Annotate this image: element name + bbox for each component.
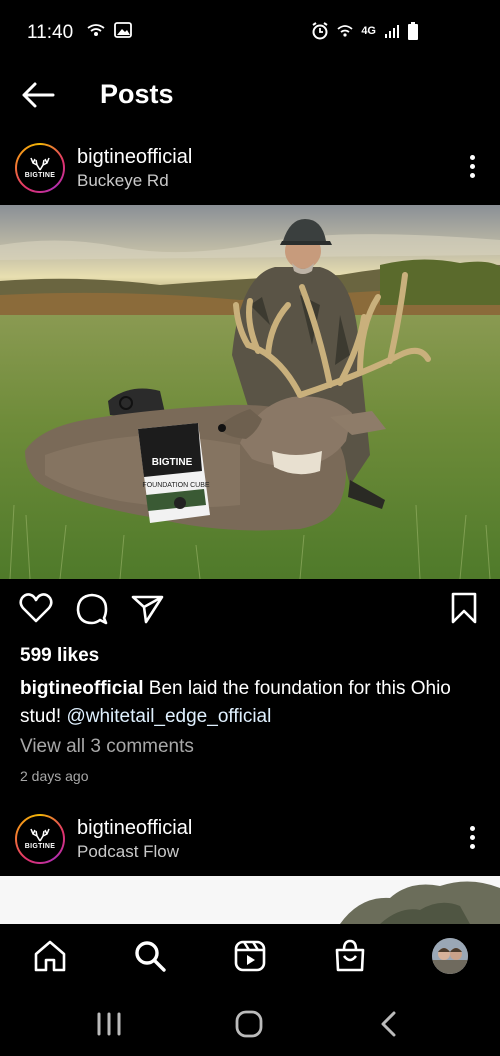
post-header: BIGTINE bigtineofficial Buckeye Rd xyxy=(0,133,500,203)
wifi-icon xyxy=(337,25,353,37)
nav-shop[interactable] xyxy=(332,938,368,974)
post-timestamp: 2 days ago xyxy=(20,768,89,784)
bottom-nav xyxy=(0,924,500,990)
system-back-button[interactable] xyxy=(374,1010,404,1038)
network-type: 4G xyxy=(361,25,376,37)
more-vertical-icon xyxy=(468,155,476,178)
post-image[interactable]: BIGTINE FOUNDATION CUBE xyxy=(0,205,500,579)
reels-icon xyxy=(234,940,266,972)
avatar[interactable]: BIGTINE xyxy=(15,814,65,864)
battery-icon xyxy=(408,22,418,40)
deer-logo-icon xyxy=(30,157,50,171)
hunting-photo: BIGTINE FOUNDATION CUBE xyxy=(0,205,500,579)
avatar-logo-text: BIGTINE xyxy=(24,172,56,179)
likes-count[interactable]: 599 likes xyxy=(20,645,99,667)
post-image[interactable] xyxy=(0,876,500,924)
save-button[interactable] xyxy=(446,590,482,626)
nav-home[interactable] xyxy=(32,938,68,974)
nav-profile[interactable] xyxy=(432,938,468,974)
post-location[interactable]: Podcast Flow xyxy=(77,842,179,862)
more-options-button[interactable] xyxy=(468,826,476,852)
nav-search[interactable] xyxy=(132,938,168,974)
product-bag: BIGTINE FOUNDATION CUBE xyxy=(138,423,210,523)
caption-username[interactable]: bigtineofficial xyxy=(20,678,144,699)
post-location[interactable]: Buckeye Rd xyxy=(77,171,169,191)
tree-photo xyxy=(0,876,500,924)
deer-logo-icon xyxy=(30,828,50,842)
post-actions xyxy=(0,590,500,634)
bag-product-text: FOUNDATION CUBE xyxy=(142,482,209,489)
status-bar: 11:40 4G xyxy=(0,0,500,64)
status-time: 11:40 xyxy=(27,22,74,43)
caption-mention[interactable]: @whitetail_edge_official xyxy=(66,706,271,727)
bookmark-icon xyxy=(451,592,477,624)
more-vertical-icon xyxy=(468,826,476,849)
system-nav xyxy=(0,990,500,1056)
post-caption: bigtineofficial Ben laid the foundation … xyxy=(20,675,480,731)
heart-icon xyxy=(19,593,53,623)
recents-icon xyxy=(97,1012,121,1036)
comment-button[interactable] xyxy=(74,590,110,626)
signal-icon xyxy=(385,25,399,38)
avatar-logo-text: BIGTINE xyxy=(24,843,56,850)
send-icon xyxy=(131,595,164,624)
view-comments-link[interactable]: View all 3 comments xyxy=(20,736,194,758)
shop-icon xyxy=(335,939,365,972)
back-chevron-icon xyxy=(381,1011,396,1037)
post-header: BIGTINE bigtineofficial Podcast Flow xyxy=(0,804,500,874)
comment-icon xyxy=(76,593,108,625)
avatar[interactable]: BIGTINE xyxy=(15,143,65,193)
page-title: Posts xyxy=(100,79,174,109)
bag-brand-text: BIGTINE xyxy=(152,457,193,468)
arrow-left-icon xyxy=(22,82,55,108)
alarm-icon xyxy=(312,22,328,40)
like-button[interactable] xyxy=(18,590,54,626)
more-options-button[interactable] xyxy=(468,155,476,181)
post-username[interactable]: bigtineofficial xyxy=(77,817,192,840)
back-button[interactable] xyxy=(20,80,56,110)
share-button[interactable] xyxy=(130,590,166,626)
gallery-icon xyxy=(114,22,132,38)
home-icon xyxy=(34,940,66,972)
nav-reels[interactable] xyxy=(232,938,268,974)
search-icon xyxy=(135,941,166,972)
recents-button[interactable] xyxy=(94,1010,124,1038)
wifi-call-icon xyxy=(87,24,105,36)
system-home-button[interactable] xyxy=(234,1010,264,1038)
profile-avatar xyxy=(432,938,468,974)
page-header: Posts xyxy=(0,64,500,126)
home-circle-icon xyxy=(235,1010,263,1038)
post-username[interactable]: bigtineofficial xyxy=(77,146,192,169)
